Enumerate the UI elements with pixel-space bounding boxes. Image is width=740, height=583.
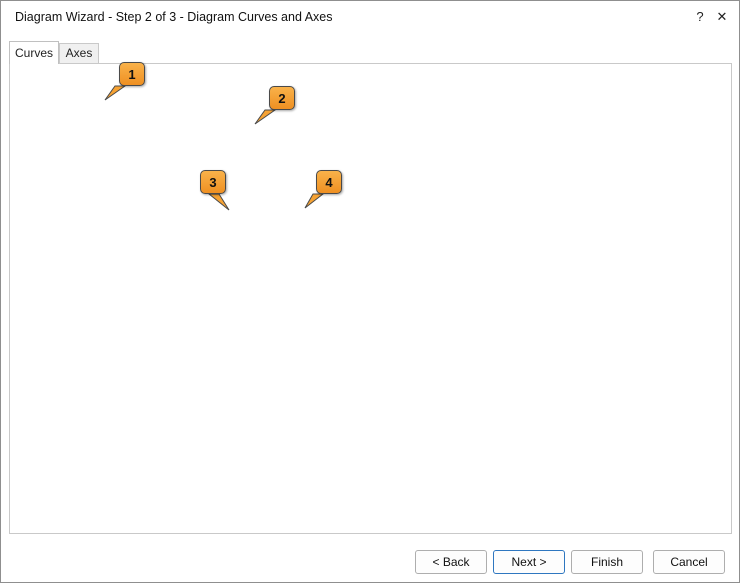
- callout-4: 4: [316, 170, 342, 194]
- tab-pane: [9, 63, 732, 534]
- tab-curves[interactable]: Curves: [9, 41, 59, 64]
- callout-3: 3: [200, 170, 226, 194]
- window-title: Diagram Wizard - Step 2 of 3 - Diagram C…: [15, 10, 332, 24]
- finish-button[interactable]: Finish: [571, 550, 643, 574]
- close-icon[interactable]: ✕: [709, 5, 735, 29]
- next-button[interactable]: Next >: [493, 550, 565, 574]
- callout-1-pointer: [103, 84, 127, 102]
- callout-2: 2: [269, 86, 295, 110]
- tab-axes[interactable]: Axes: [59, 43, 99, 63]
- cancel-button[interactable]: Cancel: [653, 550, 725, 574]
- back-button[interactable]: < Back: [415, 550, 487, 574]
- title-bar: Diagram Wizard - Step 2 of 3 - Diagram C…: [1, 1, 739, 33]
- callout-1: 1: [119, 62, 145, 86]
- callout-4-pointer: [301, 192, 325, 210]
- diagram-wizard-dialog: Diagram Wizard - Step 2 of 3 - Diagram C…: [0, 0, 740, 583]
- callout-2-pointer: [253, 108, 277, 126]
- callout-3-pointer: [207, 192, 231, 212]
